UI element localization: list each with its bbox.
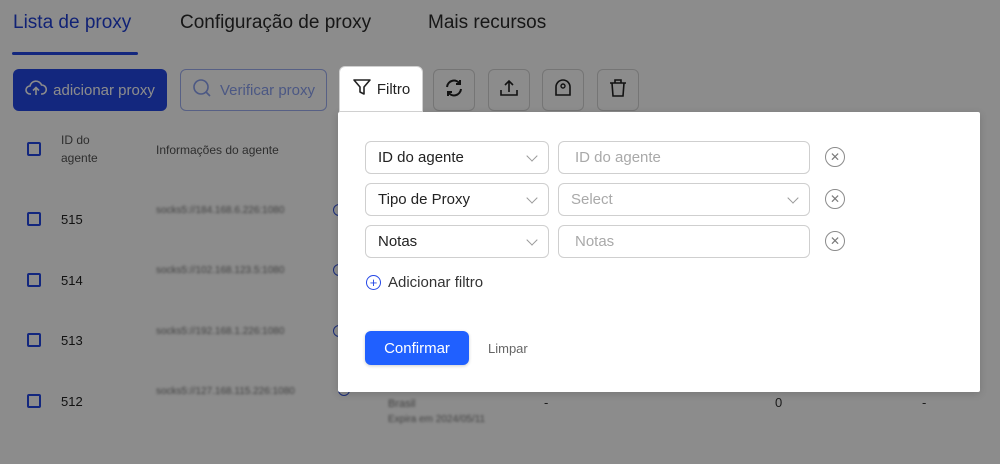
remove-filter-icon[interactable]: ✕ — [825, 147, 845, 167]
chevron-down-icon — [787, 192, 799, 204]
filter-button[interactable]: Filtro — [339, 66, 423, 112]
filter-field-value: Notas — [378, 233, 418, 250]
filter-value-placeholder: ID do agente — [575, 149, 661, 166]
add-filter-label: Adicionar filtro — [388, 274, 484, 291]
plus-circle-icon: + — [366, 275, 381, 290]
chevron-down-icon — [526, 192, 538, 204]
filter-field-select[interactable]: ID do agente — [365, 141, 549, 174]
filter-field-value: ID do agente — [378, 149, 464, 166]
chevron-down-icon — [526, 150, 538, 162]
confirm-button[interactable]: Confirmar — [365, 331, 469, 365]
remove-filter-icon[interactable]: ✕ — [825, 231, 845, 251]
filter-field-select[interactable]: Notas — [365, 225, 549, 258]
filter-icon — [352, 78, 372, 100]
filter-value-placeholder: Notas — [575, 233, 615, 250]
add-filter-link[interactable]: + Adicionar filtro — [366, 274, 483, 291]
remove-filter-icon[interactable]: ✕ — [825, 189, 845, 209]
filter-value-input[interactable]: ID do agente — [558, 141, 810, 174]
filter-value-placeholder: Select — [571, 191, 613, 208]
filter-field-select[interactable]: Tipo de Proxy — [365, 183, 549, 216]
filter-value-input[interactable]: Notas — [558, 225, 810, 258]
clear-button[interactable]: Limpar — [488, 341, 528, 356]
filter-label: Filtro — [376, 80, 411, 98]
chevron-down-icon — [526, 234, 538, 246]
filter-field-value: Tipo de Proxy — [378, 191, 470, 208]
filter-value-select[interactable]: Select — [558, 183, 810, 216]
